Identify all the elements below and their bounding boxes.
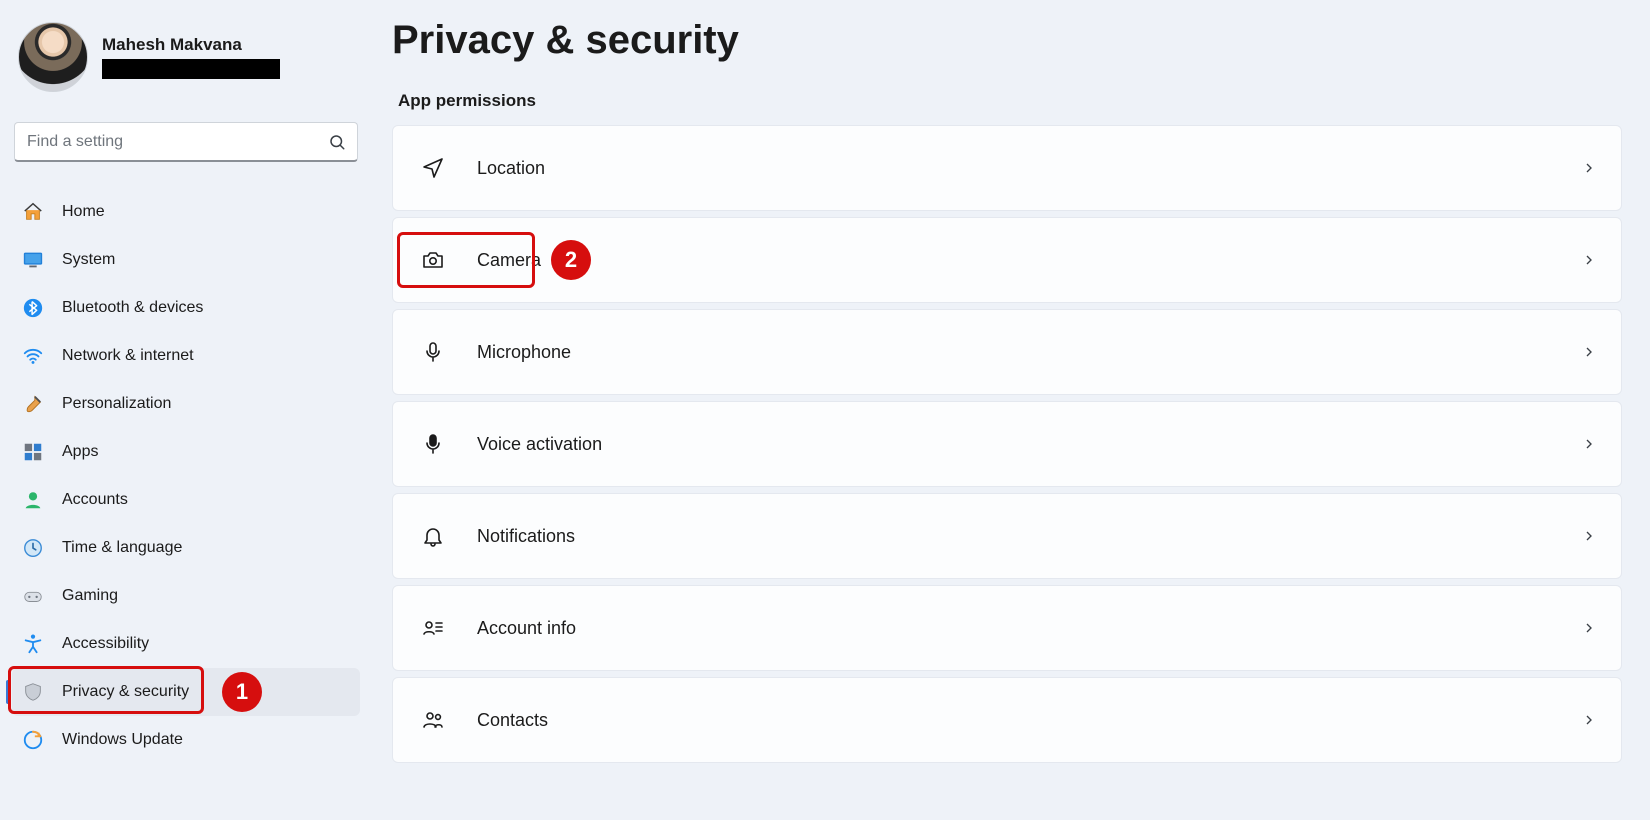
sidebar-item-label: Privacy & security <box>62 683 189 701</box>
account-info-icon <box>417 612 449 644</box>
search-icon <box>328 133 346 151</box>
settings-window: Mahesh Makvana Home System <box>0 0 1650 820</box>
profile-block[interactable]: Mahesh Makvana <box>12 18 360 100</box>
search-input[interactable] <box>14 122 358 162</box>
sidebar-item-home[interactable]: Home <box>12 188 360 236</box>
display-icon <box>20 247 46 273</box>
permission-label: Voice activation <box>477 434 1581 455</box>
sidebar-item-accessibility[interactable]: Accessibility <box>12 620 360 668</box>
permission-list: Location Camera 2 Microphone <box>392 125 1622 763</box>
permission-notifications[interactable]: Notifications <box>392 493 1622 579</box>
camera-icon <box>417 244 449 276</box>
permission-location[interactable]: Location <box>392 125 1622 211</box>
main-panel: Privacy & security App permissions Locat… <box>372 0 1650 820</box>
gamepad-icon <box>20 583 46 609</box>
chevron-right-icon <box>1581 620 1597 636</box>
sidebar: Mahesh Makvana Home System <box>0 0 372 820</box>
chevron-right-icon <box>1581 528 1597 544</box>
permission-label: Microphone <box>477 342 1581 363</box>
chevron-right-icon <box>1581 252 1597 268</box>
apps-icon <box>20 439 46 465</box>
profile-email-redacted <box>102 59 280 79</box>
permission-label: Location <box>477 158 1581 179</box>
chevron-right-icon <box>1581 160 1597 176</box>
clock-icon <box>20 535 46 561</box>
sidebar-nav: Home System Bluetooth & devices Network … <box>12 188 360 764</box>
sidebar-item-system[interactable]: System <box>12 236 360 284</box>
profile-name: Mahesh Makvana <box>102 35 280 55</box>
wifi-icon <box>20 343 46 369</box>
permission-label: Contacts <box>477 710 1581 731</box>
permission-label: Notifications <box>477 526 1581 547</box>
mic-icon <box>417 336 449 368</box>
location-icon <box>417 152 449 184</box>
permission-label: Camera <box>477 250 1581 271</box>
sidebar-item-label: Apps <box>62 443 98 461</box>
sidebar-item-label: Network & internet <box>62 347 194 365</box>
voice-icon <box>417 428 449 460</box>
shield-icon <box>20 679 46 705</box>
sidebar-item-label: Accessibility <box>62 635 149 653</box>
contacts-icon <box>417 704 449 736</box>
sidebar-item-time[interactable]: Time & language <box>12 524 360 572</box>
brush-icon <box>20 391 46 417</box>
home-icon <box>20 199 46 225</box>
sidebar-item-label: Accounts <box>62 491 128 509</box>
permission-account-info[interactable]: Account info <box>392 585 1622 671</box>
sidebar-item-apps[interactable]: Apps <box>12 428 360 476</box>
permission-voice-activation[interactable]: Voice activation <box>392 401 1622 487</box>
sidebar-item-label: Bluetooth & devices <box>62 299 203 317</box>
sidebar-item-label: Gaming <box>62 587 118 605</box>
section-title: App permissions <box>398 91 1622 111</box>
sidebar-item-accounts[interactable]: Accounts <box>12 476 360 524</box>
sidebar-item-label: System <box>62 251 115 269</box>
avatar <box>18 22 88 92</box>
sidebar-item-gaming[interactable]: Gaming <box>12 572 360 620</box>
bell-icon <box>417 520 449 552</box>
update-icon <box>20 727 46 753</box>
sidebar-item-label: Personalization <box>62 395 171 413</box>
sidebar-item-label: Home <box>62 203 105 221</box>
bluetooth-icon <box>20 295 46 321</box>
sidebar-item-privacy[interactable]: Privacy & security 1 <box>12 668 360 716</box>
sidebar-item-update[interactable]: Windows Update <box>12 716 360 764</box>
person-icon <box>20 487 46 513</box>
annotation-circle-1: 1 <box>222 672 262 712</box>
permission-contacts[interactable]: Contacts <box>392 677 1622 763</box>
sidebar-item-network[interactable]: Network & internet <box>12 332 360 380</box>
sidebar-item-label: Windows Update <box>62 731 183 749</box>
sidebar-item-bluetooth[interactable]: Bluetooth & devices <box>12 284 360 332</box>
search-wrap <box>14 122 358 162</box>
chevron-right-icon <box>1581 712 1597 728</box>
permission-microphone[interactable]: Microphone <box>392 309 1622 395</box>
chevron-right-icon <box>1581 436 1597 452</box>
profile-meta: Mahesh Makvana <box>102 35 280 79</box>
permission-label: Account info <box>477 618 1581 639</box>
page-title: Privacy & security <box>392 18 1622 63</box>
permission-camera[interactable]: Camera 2 <box>392 217 1622 303</box>
chevron-right-icon <box>1581 344 1597 360</box>
accessibility-icon <box>20 631 46 657</box>
sidebar-item-personalization[interactable]: Personalization <box>12 380 360 428</box>
sidebar-item-label: Time & language <box>62 539 182 557</box>
